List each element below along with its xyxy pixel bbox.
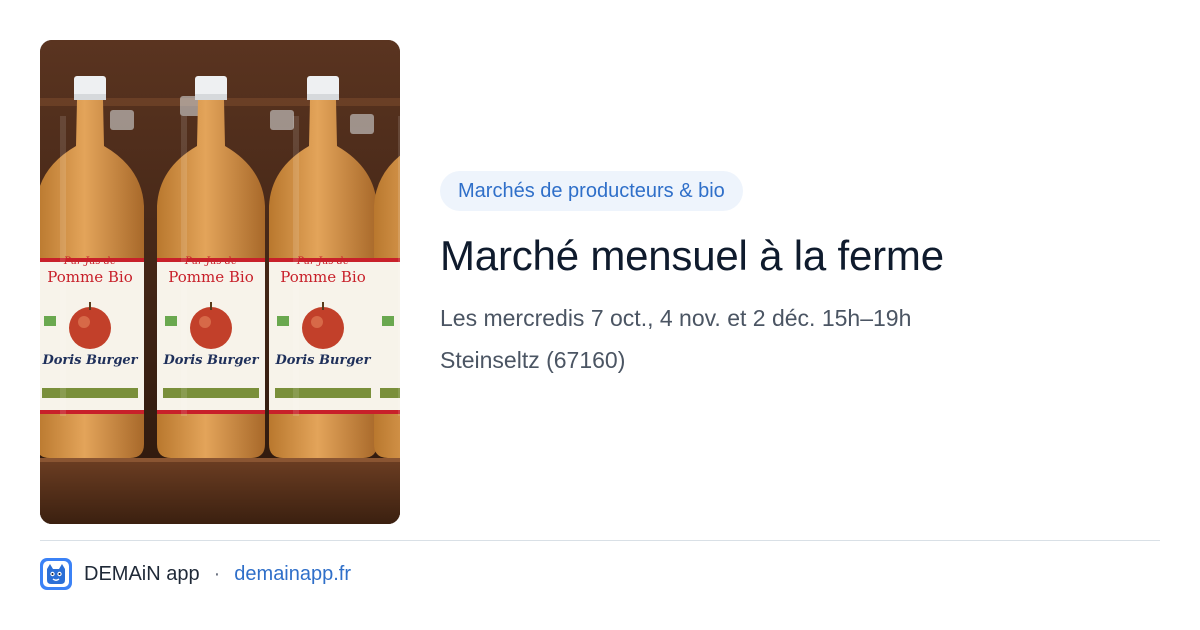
event-image: Pur Jus de Pomme Bio Pur Jus de Pomme Bi… — [40, 40, 400, 524]
label-producer: Doris Burger — [41, 353, 138, 368]
category-tag[interactable]: Marchés de producteurs & bio — [440, 171, 743, 211]
label-line2: Pomme Bio — [47, 268, 132, 286]
app-website-link[interactable]: demainapp.fr — [234, 563, 351, 586]
event-details: Marchés de producteurs & bio Marché mens… — [440, 171, 1160, 377]
footer-divider — [40, 540, 1160, 541]
footer: DEMAiN app · demainapp.fr — [40, 557, 351, 591]
label-producer: Doris Burger — [162, 353, 259, 368]
event-title: Marché mensuel à la ferme — [440, 232, 944, 279]
demain-app-logo-icon — [40, 558, 72, 590]
label-line2: Pomme Bio — [280, 268, 365, 286]
label-line1: Pur Jus de — [296, 256, 349, 267]
event-dates: Les mercredis 7 oct., 4 nov. et 2 déc. 1… — [440, 305, 912, 331]
label-line1: Pur Jus de — [184, 256, 237, 267]
label-producer: Doris Burger — [274, 353, 371, 368]
label-line1: Pur Jus de — [63, 256, 116, 267]
footer-separator: · — [213, 562, 221, 585]
app-name: DEMAiN app — [84, 562, 200, 585]
label-line2: Pomme Bio — [168, 268, 253, 286]
event-location: Steinseltz (67160) — [440, 347, 626, 373]
apple-juice-bottles-photo: Pur Jus de Pomme Bio Pur Jus de Pomme Bi… — [40, 40, 400, 524]
